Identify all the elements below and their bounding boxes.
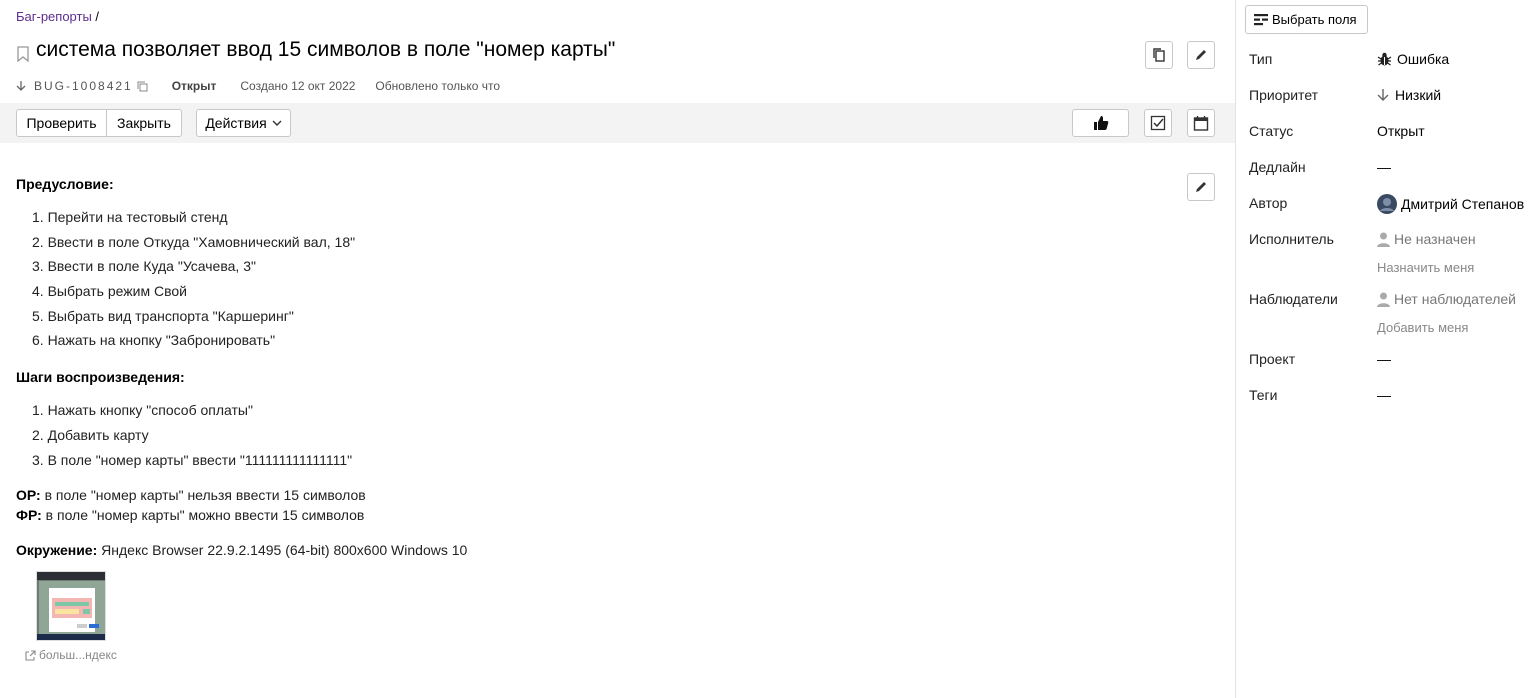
author-name: Дмитрий Степанов	[1401, 196, 1525, 212]
steps-list: 1. Нажать кнопку "способ оплаты" 2. Доба…	[32, 398, 1166, 472]
list-item: 6. Нажать на кнопку "Забронировать"	[32, 332, 276, 349]
actual-label: ФР:	[16, 507, 42, 524]
issue-description: Предусловие: 1. Перейти на тестовый стен…	[16, 174, 1166, 560]
close-button[interactable]: Закрыть	[106, 109, 182, 137]
author-label: Автор	[1249, 195, 1288, 211]
priority-label: Приоритет	[1249, 87, 1319, 103]
steps-title: Шаги воспроизведения:	[16, 369, 185, 386]
checklist-icon	[1150, 115, 1166, 131]
check-button[interactable]: Проверить	[16, 109, 107, 137]
created-date: Создано 12 окт 2022	[240, 79, 356, 93]
actions-dropdown[interactable]: Действия	[196, 109, 291, 137]
assignee-value-text: Не назначен	[1394, 231, 1476, 247]
avatar	[1377, 194, 1397, 214]
fields-icon	[1254, 13, 1268, 25]
status-label: Статус	[1249, 123, 1294, 139]
actions-label: Действия	[205, 115, 267, 131]
project-label: Проект	[1249, 351, 1296, 367]
deadline-label: Дедлайн	[1249, 159, 1306, 175]
project-value[interactable]: —	[1377, 351, 1391, 367]
calendar-icon	[1193, 116, 1209, 131]
attachment-thumbnail[interactable]	[36, 571, 106, 641]
issue-main: Баг-репорты / система позволяет ввод 15 …	[0, 0, 1235, 698]
bookmark-icon[interactable]	[16, 46, 30, 62]
expected-label: ОР:	[16, 487, 41, 504]
external-link-icon	[25, 649, 36, 661]
list-item: 1. Нажать кнопку "способ оплаты"	[32, 402, 253, 419]
priority-value[interactable]: Низкий	[1377, 87, 1441, 103]
bug-icon	[1377, 52, 1392, 65]
assignee-label: Исполнитель	[1249, 231, 1334, 247]
copy-link-button[interactable]	[1145, 41, 1173, 69]
list-item: 2. Добавить карту	[32, 426, 149, 443]
list-item: 2. Ввести в поле Откуда "Хамовнический в…	[32, 233, 356, 250]
actual-result: ФР: в поле "номер карты" можно ввести 15…	[16, 505, 1166, 525]
attachment-preview-image	[37, 572, 105, 640]
breadcrumb-link-bug-reports[interactable]: Баг-репорты	[16, 9, 92, 24]
expected-result: ОР: в поле "номер карты" нельзя ввести 1…	[16, 485, 1166, 505]
assign-me-link[interactable]: Назначить меня	[1377, 260, 1474, 275]
tags-value[interactable]: —	[1377, 387, 1391, 403]
copy-icon	[1153, 48, 1165, 62]
arrow-down-icon	[1377, 89, 1389, 101]
issue-key[interactable]: BUG-1008421	[34, 79, 133, 93]
action-toolbar: Проверить Закрыть Действия	[0, 103, 1235, 143]
attachment-filename: больш...ндекс	[39, 648, 117, 662]
expected-text: в поле "номер карты" нельзя ввести 15 си…	[40, 487, 366, 504]
followers-value[interactable]: Нет наблюдателей	[1377, 291, 1516, 307]
list-item: 1. Перейти на тестовый стенд	[32, 209, 228, 225]
type-value-text: Ошибка	[1397, 51, 1450, 67]
page-title: система позволяет ввод 15 символов в пол…	[36, 38, 616, 61]
priority-value-text: Низкий	[1395, 87, 1442, 103]
list-item: 3. В поле "номер карты" ввести "11111111…	[32, 451, 353, 468]
status-value: Открыт	[1377, 123, 1425, 139]
calendar-button[interactable]	[1187, 109, 1215, 137]
pencil-icon	[1196, 182, 1206, 192]
tags-label: Теги	[1249, 387, 1278, 403]
type-value[interactable]: Ошибка	[1377, 51, 1449, 67]
updated-date: Обновлено только что	[375, 79, 501, 93]
attachment-caption[interactable]: больш...ндекс	[25, 648, 117, 662]
author-value[interactable]: Дмитрий Степанов	[1377, 194, 1524, 214]
precondition-list: 1. Перейти на тестовый стенд 2. Ввести в…	[32, 205, 1166, 353]
vote-button[interactable]	[1072, 109, 1129, 137]
choose-fields-label: Выбрать поля	[1272, 12, 1357, 27]
arrow-down-icon	[16, 81, 26, 91]
pencil-icon	[1196, 50, 1206, 60]
list-item: 3. Ввести в поле Куда "Усачева, 3"	[32, 258, 256, 275]
edit-title-button[interactable]	[1187, 41, 1215, 69]
title-row: система позволяет ввод 15 символов в пол…	[16, 38, 615, 62]
user-icon	[1377, 232, 1390, 247]
properties-sidebar: Выбрать поля Тип Ошибка Приоритет Низкий…	[1235, 0, 1533, 698]
deadline-value[interactable]: —	[1377, 159, 1391, 175]
precondition-title: Предусловие:	[16, 176, 114, 192]
copy-key-icon[interactable]	[137, 81, 148, 92]
type-label: Тип	[1249, 51, 1273, 67]
user-icon	[1377, 292, 1390, 307]
meta-row: BUG-1008421 Открыт Создано 12 окт 2022 О…	[16, 79, 500, 93]
list-item: 4. Выбрать режим Свой	[32, 283, 187, 300]
chevron-down-icon	[272, 120, 282, 126]
environment: Окружение: Яндекс Browser 22.9.2.1495 (6…	[16, 540, 1166, 560]
checklist-button[interactable]	[1144, 109, 1172, 137]
assignee-value[interactable]: Не назначен	[1377, 231, 1476, 247]
breadcrumb-separator: /	[91, 9, 100, 24]
environment-text: Яндекс Browser 22.9.2.1495 (64-bit) 800x…	[97, 542, 468, 559]
actual-text: в поле "номер карты" можно ввести 15 сим…	[41, 507, 365, 524]
breadcrumb: Баг-репорты /	[16, 9, 99, 24]
edit-description-button[interactable]	[1187, 173, 1215, 201]
choose-fields-button[interactable]: Выбрать поля	[1245, 5, 1368, 34]
status-text: Открыт	[171, 79, 217, 93]
environment-label: Окружение:	[16, 542, 98, 559]
followers-value-text: Нет наблюдателей	[1394, 291, 1517, 307]
thumbs-up-icon	[1093, 116, 1108, 130]
list-item: 5. Выбрать вид транспорта "Каршеринг"	[32, 307, 294, 324]
add-me-link[interactable]: Добавить меня	[1377, 320, 1468, 335]
followers-label: Наблюдатели	[1249, 291, 1338, 307]
